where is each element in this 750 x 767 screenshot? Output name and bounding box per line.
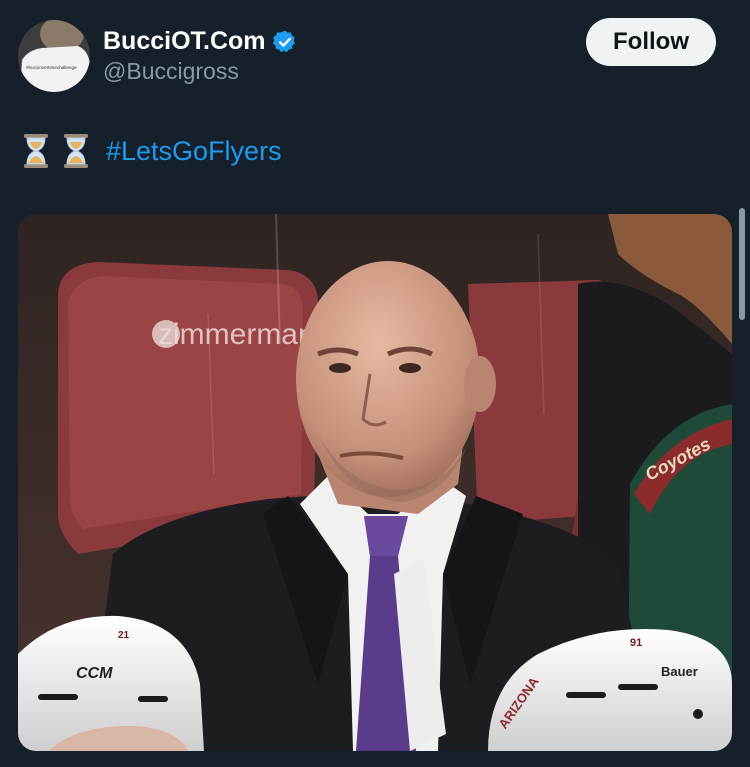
left-helmet-brand-text: CCM [76,665,113,682]
right-helmet-brand-text: Bauer [661,664,698,679]
coach-photo: zimmerman Coyotes CCM 21 Bauer 91 ARIZON… [18,214,732,751]
author-display-name[interactable]: BucciOT.Com [103,27,266,56]
verified-badge-icon [272,29,298,55]
left-helmet-number-text: 21 [118,630,130,641]
scrollbar-thumb[interactable] [739,208,745,320]
hashtag-link[interactable]: #LetsGoFlyers [106,136,282,167]
tweet-media-image[interactable]: zimmerman Coyotes CCM 21 Bauer 91 ARIZON… [18,214,732,751]
tweet-card: #bucciovertimechallenge BucciOT.Com @Buc… [0,0,750,767]
follow-button[interactable]: Follow [586,18,716,66]
tweet-text: #LetsGoFlyers [22,133,282,169]
hourglass-icon [22,133,50,169]
author-name-row[interactable]: BucciOT.Com [103,27,298,56]
author-handle[interactable]: @Buccigross [103,58,239,85]
seat-logo-text: zimmerman [158,318,315,351]
right-helmet-number-text: 91 [630,637,642,649]
hourglass-icon [62,133,90,169]
avatar-shirt-text: #bucciovertimechallenge [26,65,77,70]
avatar-image: #bucciovertimechallenge [18,20,90,92]
avatar[interactable]: #bucciovertimechallenge [18,20,90,92]
